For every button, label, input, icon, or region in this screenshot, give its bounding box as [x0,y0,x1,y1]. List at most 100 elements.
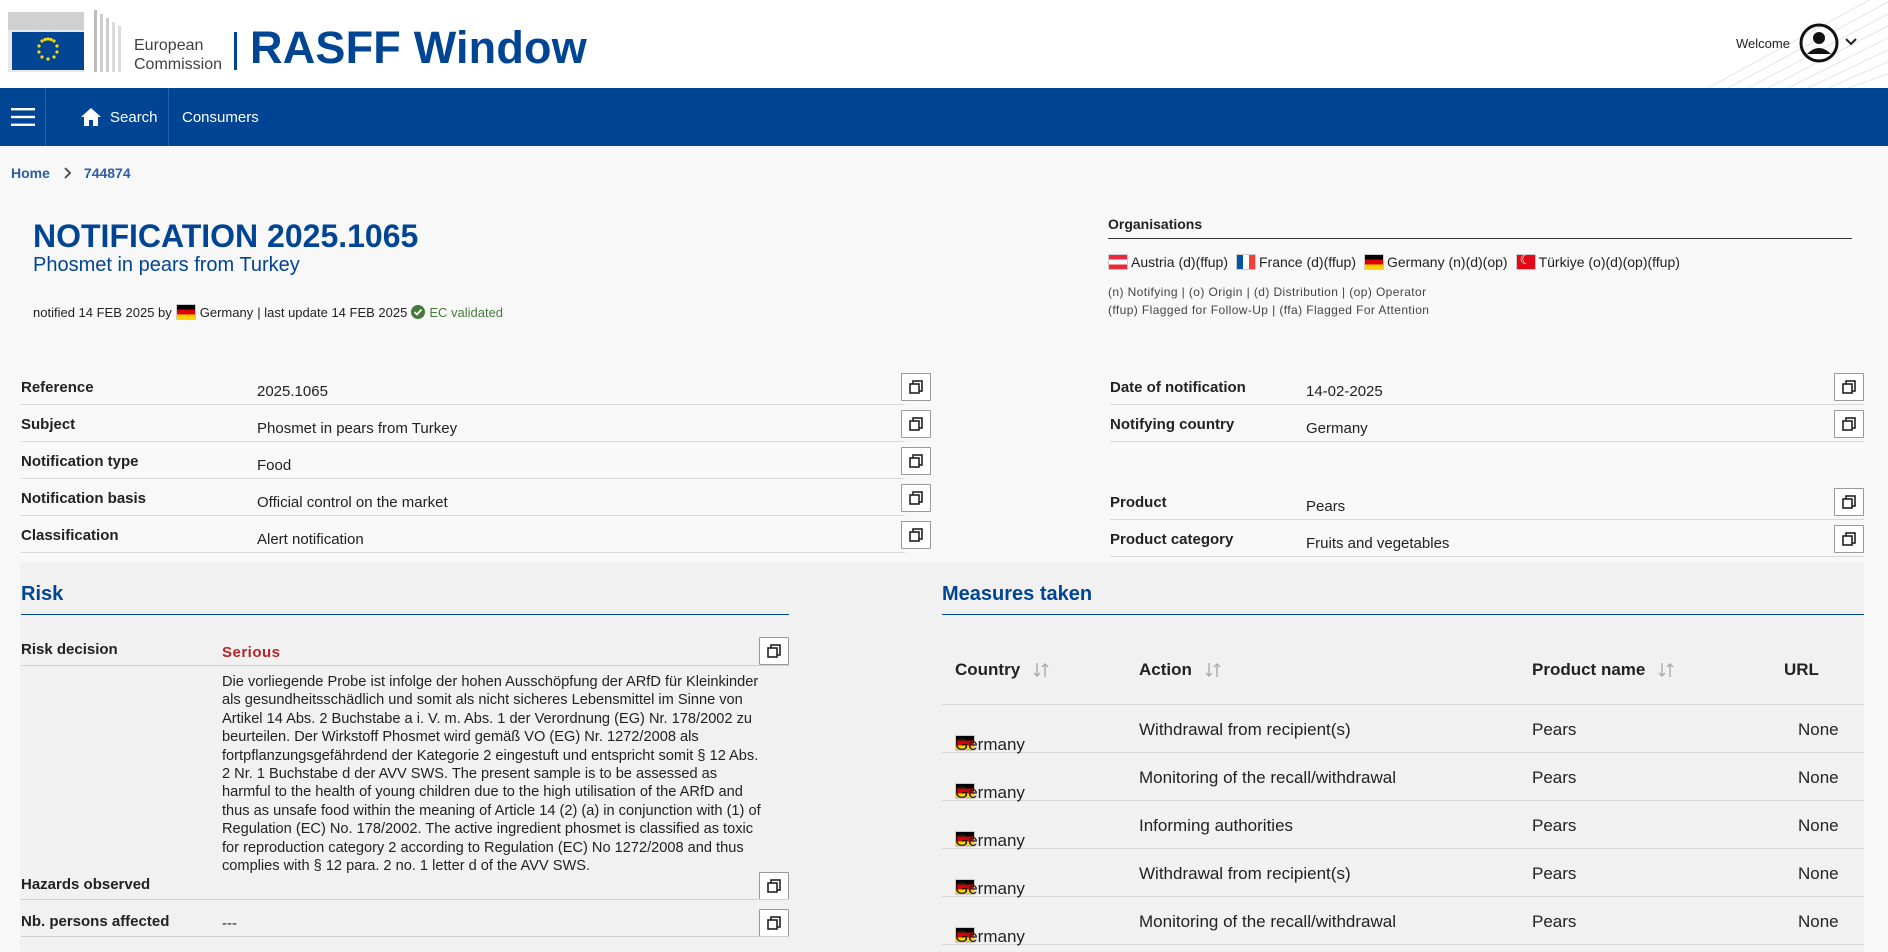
copy-button[interactable] [901,447,931,475]
measures-section-rule [942,614,1864,615]
column-header-country[interactable]: Country [955,660,1050,680]
cell-action: Withdrawal from recipient(s) [1139,864,1351,883]
notification-meta: notified 14 FEB 2025 by Germany | last u… [33,304,503,320]
breadcrumb-current[interactable]: 744874 [84,165,131,181]
copy-button[interactable] [901,373,931,401]
copy-button[interactable] [759,637,789,665]
app-title[interactable]: RASFF Window [250,22,587,74]
cell-url: None [1798,864,1839,883]
detail-row-product-category: Product category Fruits and vegetables [1110,525,1864,557]
organisations-divider [1108,238,1852,239]
cell-url: None [1798,768,1839,787]
persons-affected-value: --- [222,915,237,932]
copy-icon [909,417,923,431]
organisations-legend: (n) Notifying | (o) Origin | (d) Distrib… [1108,283,1429,319]
copy-icon [909,454,923,468]
copy-button[interactable] [1834,373,1864,401]
detail-label: Notification basis [21,490,147,507]
ec-validated-badge: EC validated [411,305,503,320]
column-header-label: Product name [1532,660,1646,679]
risk-row-divider [21,899,789,900]
organisation-item: Germany (n)(d)(op) [1364,254,1508,270]
table-row: Germany Withdrawal from recipient(s) Pea… [942,849,1864,898]
germany-flag-icon [1364,254,1384,270]
user-avatar-icon[interactable] [1798,22,1840,64]
detail-row-date-of-notification: Date of notification 14-02-2025 [1110,373,1864,405]
nav-search-link[interactable]: Search [60,88,169,146]
sort-icon [1033,663,1049,677]
detail-row-subject: Subject Phosmet in pears from Turkey [21,410,905,442]
table-row: Germany Monitoring of the recall/withdra… [942,753,1864,802]
detail-label: Product [1110,494,1167,511]
copy-icon [1842,380,1856,394]
column-header-action[interactable]: Action [1139,660,1222,680]
table-row: Germany Monitoring of the recall/withdra… [942,897,1864,946]
germany-flag-icon [175,304,196,320]
copy-icon [1842,495,1856,509]
welcome-text: Welcome [1736,36,1790,51]
org-name-line2: Commission [134,56,223,73]
copy-icon [767,644,781,658]
copy-icon [767,879,781,893]
table-row: Germany Informing authorities Pears None [942,801,1864,850]
copy-button[interactable] [1834,410,1864,438]
copy-button[interactable] [759,909,789,937]
country-label: Germany [955,783,1025,802]
risk-decision-label: Risk decision [21,641,118,658]
copy-icon [1842,417,1856,431]
check-circle-icon [411,305,426,319]
copy-button[interactable] [1834,525,1864,553]
copy-button[interactable] [901,521,931,549]
turkiye-flag-icon [1515,252,1536,270]
column-header-label: Action [1139,660,1192,679]
sort-icon [1205,663,1221,677]
cell-action: Informing authorities [1139,816,1294,835]
organisation-label: France (d)(ffup) [1259,254,1356,270]
copy-icon [909,380,923,394]
detail-value: 14-02-2025 [1306,383,1383,400]
cell-product: Pears [1532,864,1577,883]
legend-line2: (ffup) Flagged for Follow-Up | (ffa) Fla… [1108,303,1430,317]
cell-action: Monitoring of the recall/withdrawal [1139,768,1397,787]
copy-button[interactable] [901,410,931,438]
cell-product: Pears [1532,816,1577,835]
home-icon [81,108,101,126]
detail-label: Notification type [21,453,139,470]
nav-search-label: Search [110,108,158,126]
risk-row-divider [21,665,789,666]
column-header-product-name[interactable]: Product name [1532,660,1675,680]
country-label: Germany [955,735,1025,754]
detail-row-notifying-country: Notifying country Germany [1110,410,1864,442]
org-name-line1: European [134,37,204,54]
cell-action: Withdrawal from recipient(s) [1139,720,1351,739]
nav-consumers-label: Consumers [182,108,259,126]
copy-button[interactable] [1834,488,1864,516]
copy-button[interactable] [759,872,789,900]
european-commission-logo [8,10,121,72]
hazards-text: Die vorliegende Probe ist infolge der ho… [222,674,761,875]
menu-button[interactable] [0,88,46,146]
detail-value: Phosmet in pears from Turkey [257,420,458,437]
detail-value: Alert notification [257,531,364,548]
detail-value: Fruits and vegetables [1306,535,1450,552]
copy-icon [1842,532,1856,546]
detail-label: Date of notification [1110,379,1246,396]
chevron-down-icon[interactable] [1844,36,1858,48]
organisation-label: Türkiye (o)(d)(op)(ffup) [1538,254,1680,270]
chevron-right-icon [64,167,72,179]
cell-action: Monitoring of the recall/withdrawal [1139,912,1397,931]
organisation-name: European Commission [134,36,222,74]
breadcrumb-home[interactable]: Home [11,165,50,181]
column-header-label: Country [955,660,1021,679]
detail-row-reference: Reference 2025.1065 [21,373,905,405]
breadcrumb: Home 744874 [11,165,131,181]
detail-label: Classification [21,527,119,544]
nav-consumers-link[interactable]: Consumers [182,88,259,146]
country-label: Germany [955,879,1025,898]
cell-product: Pears [1532,912,1577,931]
ec-validated-label: EC validated [429,304,504,320]
detail-label: Subject [21,416,76,433]
copy-button[interactable] [901,484,931,512]
header-separator [234,32,237,70]
notified-date: notified 14 FEB 2025 by [33,304,172,320]
